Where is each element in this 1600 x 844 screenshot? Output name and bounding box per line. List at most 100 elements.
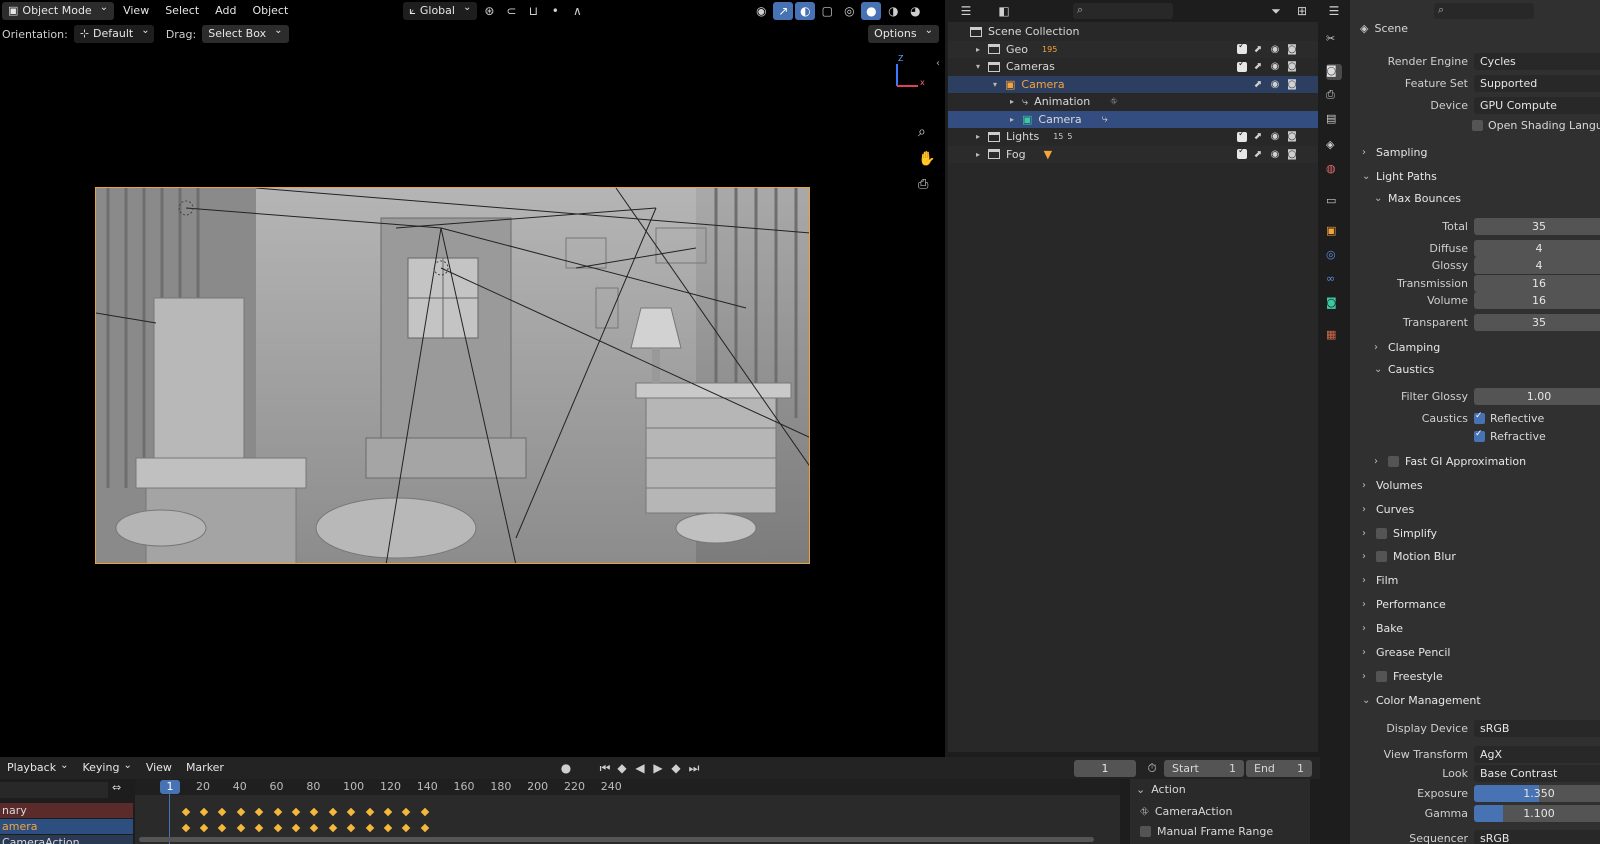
xray-icon[interactable]: ▢: [817, 2, 837, 20]
volume-field[interactable]: 16: [1474, 291, 1600, 309]
tool-tab-icon[interactable]: ✂: [1326, 32, 1342, 48]
editor-type-icon[interactable]: ☰: [1324, 2, 1344, 20]
selectable-icon[interactable]: ⬈: [1252, 79, 1264, 90]
keyframe[interactable]: [328, 823, 337, 833]
section-grease-pencil[interactable]: › Grease Pencil: [1362, 646, 1450, 659]
selectable-icon[interactable]: ⬈: [1252, 61, 1264, 72]
section-motion-blur[interactable]: › Motion Blur: [1362, 550, 1456, 563]
menu-object[interactable]: Object: [245, 2, 295, 20]
expand-icon[interactable]: ▸: [1006, 97, 1018, 106]
freestyle-checkbox[interactable]: [1376, 671, 1387, 682]
outliner-row-animation[interactable]: ▸ ⤷ Animation ⛗: [948, 93, 1318, 111]
navigation-gizmo[interactable]: Z x: [894, 52, 934, 92]
3d-viewport[interactable]: ▣Object Mode View Select Add Object ⟀Glo…: [0, 0, 945, 757]
start-field[interactable]: Start 1: [1164, 760, 1244, 777]
keyframe[interactable]: [199, 807, 209, 817]
section-color-management[interactable]: ⌄ Color Management: [1362, 694, 1481, 707]
camera-render-icon[interactable]: ◙: [1286, 131, 1298, 142]
keyframe[interactable]: [310, 823, 319, 833]
glossy-field[interactable]: 4: [1474, 256, 1600, 274]
current-frame-field[interactable]: 1: [1074, 760, 1136, 777]
keyframe[interactable]: [383, 823, 393, 833]
pan-hand-icon[interactable]: ✋: [918, 151, 935, 167]
menu-add[interactable]: Add: [208, 2, 243, 20]
filter-glossy-field[interactable]: 1.00: [1474, 387, 1600, 405]
keyframe[interactable]: [218, 807, 227, 817]
keyframe[interactable]: [254, 807, 264, 817]
keyframe[interactable]: [273, 823, 282, 833]
sequencer-dropdown[interactable]: sRGB: [1474, 829, 1600, 844]
keyframe[interactable]: [365, 823, 374, 833]
outliner-row-fog[interactable]: ▸ Fog ▼ ⬈◉◙: [948, 145, 1318, 163]
keyframe[interactable]: [181, 823, 190, 833]
action-name[interactable]: ⛗ CameraAction: [1140, 805, 1232, 819]
section-light-paths[interactable]: ⌄ Light Paths: [1362, 170, 1437, 183]
expand-icon[interactable]: ▸: [972, 150, 984, 159]
motion-blur-checkbox[interactable]: [1376, 551, 1387, 562]
selectable-icon[interactable]: ⬈: [1252, 131, 1264, 142]
orientation-dropdown[interactable]: ⊹ Default: [73, 25, 154, 43]
selectable-icon[interactable]: ⬈: [1252, 149, 1264, 160]
keyframe-area[interactable]: 1 20 40 60 80 100 120 140 160 180 200 220 240: [135, 779, 1120, 844]
snap-target-icon[interactable]: ⊔: [523, 2, 543, 20]
exclude-checkbox[interactable]: [1237, 41, 1247, 55]
record-icon[interactable]: ●: [556, 759, 576, 777]
view-layer-tab-icon[interactable]: ▤: [1326, 112, 1342, 128]
outliner-row-lights[interactable]: ▸ Lights 15 5 ⬈◉◙: [948, 128, 1318, 146]
section-freestyle[interactable]: › Freestyle: [1362, 670, 1443, 683]
next-keyframe-icon[interactable]: ◆: [666, 759, 686, 777]
playhead-marker[interactable]: 1: [160, 780, 180, 794]
render-engine-dropdown[interactable]: Cycles: [1474, 52, 1600, 70]
snap-icon[interactable]: ⊂: [501, 2, 521, 20]
channel-summary[interactable]: nary: [0, 803, 133, 818]
keyframe[interactable]: [420, 807, 429, 817]
expand-icon[interactable]: ▸: [1006, 115, 1018, 124]
options-dropdown[interactable]: Options: [868, 25, 939, 43]
zoom-icon[interactable]: ⌕: [918, 124, 926, 140]
output-tab-icon[interactable]: ⎙: [1326, 88, 1342, 104]
expand-icon[interactable]: ▸: [972, 132, 984, 141]
subsection-clamping[interactable]: › Clamping: [1374, 341, 1440, 354]
view-transform-dropdown[interactable]: AgX: [1474, 745, 1600, 763]
display-device-dropdown[interactable]: sRGB: [1474, 719, 1600, 737]
camera-render-icon[interactable]: ◙: [1286, 79, 1298, 90]
exclude-checkbox[interactable]: [1237, 59, 1247, 72]
keyframe[interactable]: [383, 807, 393, 817]
section-film[interactable]: › Film: [1362, 574, 1398, 587]
collapse-icon[interactable]: ▾: [989, 80, 1001, 89]
transmission-field[interactable]: 16: [1474, 274, 1600, 292]
subsection-caustics[interactable]: ⌄ Caustics: [1374, 363, 1434, 376]
keyframe[interactable]: [346, 807, 356, 817]
view-menu[interactable]: View: [139, 759, 179, 777]
solid-shading-icon[interactable]: ●: [861, 2, 882, 20]
collection-tab-icon[interactable]: ▭: [1326, 194, 1342, 210]
keyframe[interactable]: [199, 823, 209, 833]
eye-icon[interactable]: ◉: [1269, 61, 1281, 72]
transform-orientation-dropdown[interactable]: ⟀ Global: [403, 2, 478, 20]
exclude-checkbox[interactable]: [1237, 146, 1247, 160]
outliner-search-input[interactable]: ⌕: [1073, 3, 1173, 19]
section-performance[interactable]: › Performance: [1362, 598, 1446, 611]
camera-render-icon[interactable]: ◙: [1286, 61, 1298, 72]
timeline-scrollbar[interactable]: [139, 837, 1094, 842]
reflective-checkbox[interactable]: [1474, 411, 1485, 424]
keyframe[interactable]: [218, 823, 227, 833]
refractive-checkbox[interactable]: [1474, 429, 1485, 442]
eye-icon[interactable]: ◉: [1269, 44, 1281, 55]
expand-icon[interactable]: ▸: [972, 45, 984, 54]
device-dropdown[interactable]: GPU Compute: [1474, 96, 1600, 114]
channel-swap-icon[interactable]: ⇔: [112, 781, 121, 794]
eye-icon[interactable]: ◉: [1269, 149, 1281, 160]
properties-search-input[interactable]: ⌕: [1434, 3, 1534, 19]
drag-dropdown[interactable]: Select Box: [202, 25, 289, 43]
feature-set-dropdown[interactable]: Supported: [1474, 74, 1600, 92]
material-shading-icon[interactable]: ◑: [883, 2, 903, 20]
camera-data-tab-icon[interactable]: ◙: [1326, 296, 1342, 312]
outliner-row-scene-collection[interactable]: Scene Collection: [948, 23, 1318, 41]
menu-view[interactable]: View: [116, 2, 156, 20]
channel-camera[interactable]: amera: [0, 819, 133, 834]
outliner-row-camera-object[interactable]: ▾ ▣ Camera ⬈ ◉ ◙: [948, 75, 1318, 93]
outliner-row-camera-data[interactable]: ▸ ▣ Camera ⤷: [948, 110, 1318, 128]
eye-icon[interactable]: ◉: [1269, 79, 1281, 90]
camera-render-icon[interactable]: ◙: [1286, 149, 1298, 160]
